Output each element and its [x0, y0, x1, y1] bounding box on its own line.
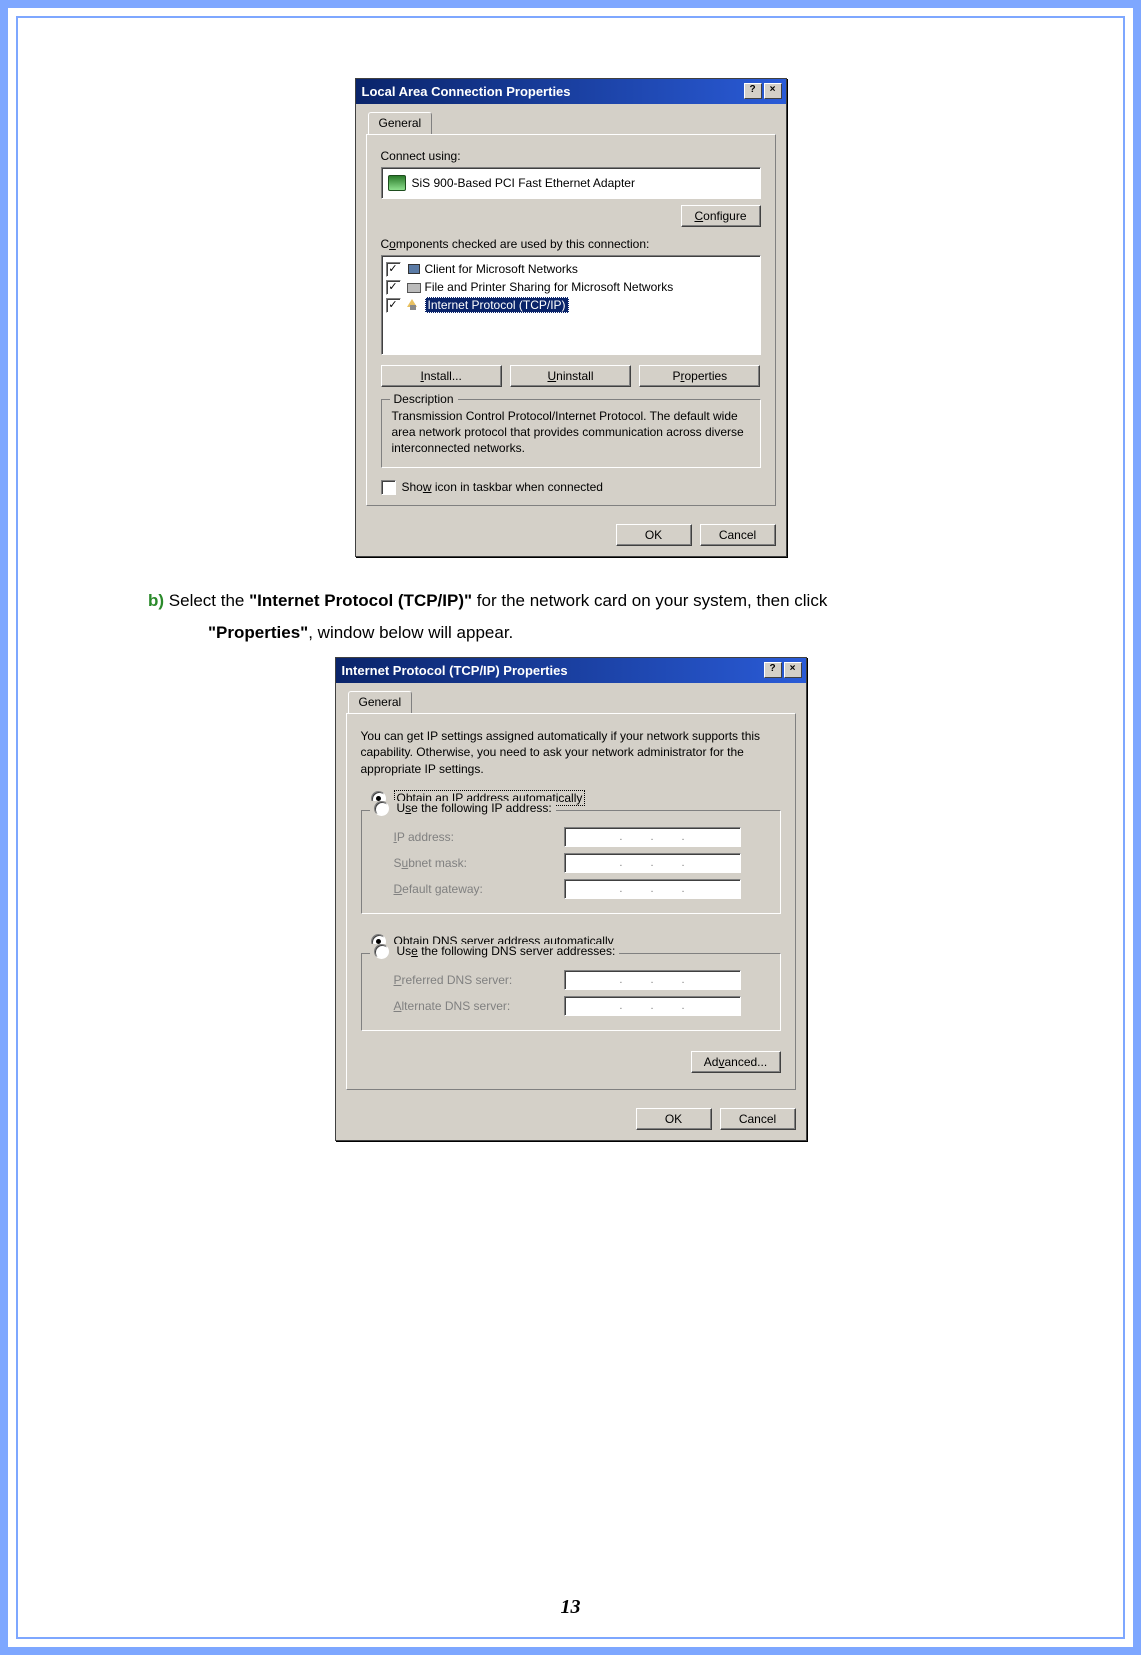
dialog-footer: OK Cancel	[356, 516, 786, 556]
close-icon[interactable]: ×	[784, 662, 802, 678]
component-label: File and Printer Sharing for Microsoft N…	[425, 280, 674, 294]
dialog-body: General Connect using: SiS 900-Based PCI…	[356, 104, 786, 516]
radio-icon[interactable]	[374, 801, 389, 816]
show-icon-row[interactable]: Show icon in taskbar when connected	[381, 480, 761, 495]
uninstall-button[interactable]: Uninstall	[510, 365, 631, 387]
ok-button[interactable]: OK	[616, 524, 692, 546]
use-dns-group: Use the following DNS server addresses: …	[361, 953, 781, 1031]
checkbox-icon[interactable]: ✓	[386, 280, 401, 295]
nic-icon	[388, 175, 406, 191]
radio-use-dns[interactable]: Use the following DNS server addresses:	[370, 944, 620, 959]
components-list[interactable]: ✓ Client for Microsoft Networks ✓ File a…	[381, 255, 761, 355]
bold-tcpip: "Internet Protocol (TCP/IP)"	[249, 591, 472, 610]
description-group: Description Transmission Control Protoco…	[381, 399, 761, 468]
component-client[interactable]: ✓ Client for Microsoft Networks	[386, 260, 756, 278]
page-frame: Local Area Connection Properties ? × Gen…	[0, 0, 1141, 1655]
titlebar[interactable]: Internet Protocol (TCP/IP) Properties ? …	[336, 658, 806, 683]
component-label: Internet Protocol (TCP/IP)	[425, 297, 569, 313]
radio-use-ip[interactable]: Use the following IP address:	[370, 801, 556, 816]
tab-panel: Connect using: SiS 900-Based PCI Fast Et…	[366, 134, 776, 506]
dialog-title: Internet Protocol (TCP/IP) Properties	[342, 663, 568, 678]
ok-button[interactable]: OK	[636, 1108, 712, 1130]
adapter-field[interactable]: SiS 900-Based PCI Fast Ethernet Adapter	[381, 167, 761, 199]
component-tcpip[interactable]: ✓ Internet Protocol (TCP/IP)	[386, 296, 756, 314]
tab-general[interactable]: General	[348, 691, 413, 713]
component-label: Client for Microsoft Networks	[425, 262, 578, 276]
cancel-button[interactable]: Cancel	[720, 1108, 796, 1130]
tab-general[interactable]: General	[368, 112, 433, 134]
close-icon[interactable]: ×	[764, 83, 782, 99]
alternate-dns-input: ...	[564, 996, 741, 1016]
radio-label: Use the following IP address:	[397, 801, 552, 815]
checkbox-icon[interactable]: ✓	[386, 298, 401, 313]
cancel-button[interactable]: Cancel	[700, 524, 776, 546]
advanced-button[interactable]: Advanced...	[691, 1051, 781, 1073]
description-legend: Description	[390, 392, 458, 406]
dialog-title: Local Area Connection Properties	[362, 84, 571, 99]
lan-properties-dialog: Local Area Connection Properties ? × Gen…	[355, 78, 787, 557]
ip-address-input: ...	[564, 827, 741, 847]
preferred-dns-input: ...	[564, 970, 741, 990]
printer-icon	[405, 279, 421, 295]
ip-address-label: IP address:	[394, 830, 564, 844]
dialog-body: General You can get IP settings assigned…	[336, 683, 806, 1100]
titlebar[interactable]: Local Area Connection Properties ? ×	[356, 79, 786, 104]
preferred-dns-label: Preferred DNS server:	[394, 973, 564, 987]
bullet-label: b)	[148, 591, 164, 610]
component-fileprint[interactable]: ✓ File and Printer Sharing for Microsoft…	[386, 278, 756, 296]
use-ip-group: Use the following IP address: IP address…	[361, 810, 781, 914]
page-number: 13	[18, 1596, 1123, 1619]
show-icon-label: Show icon in taskbar when connected	[402, 480, 603, 494]
radio-icon[interactable]	[374, 944, 389, 959]
alternate-dns-label: Alternate DNS server:	[394, 999, 564, 1013]
help-icon[interactable]: ?	[744, 83, 762, 99]
help-icon[interactable]: ?	[764, 662, 782, 678]
checkbox-icon[interactable]	[381, 480, 396, 495]
configure-button[interactable]: Configure	[681, 205, 761, 227]
default-gateway-label: Default gateway:	[394, 882, 564, 896]
connect-using-label: Connect using:	[381, 149, 761, 163]
intro-text: You can get IP settings assigned automat…	[361, 728, 781, 777]
subnet-mask-label: Subnet mask:	[394, 856, 564, 870]
adapter-name: SiS 900-Based PCI Fast Ethernet Adapter	[412, 176, 635, 190]
tcpip-properties-dialog: Internet Protocol (TCP/IP) Properties ? …	[335, 657, 807, 1141]
instruction-paragraph: b) Select the "Internet Protocol (TCP/IP…	[148, 585, 1023, 650]
properties-button[interactable]: Properties	[639, 365, 760, 387]
bold-properties: "Properties"	[208, 623, 308, 642]
dialog-footer: OK Cancel	[336, 1100, 806, 1140]
page-inner: Local Area Connection Properties ? × Gen…	[16, 16, 1125, 1639]
tcpip-icon	[405, 297, 421, 313]
network-client-icon	[405, 261, 421, 277]
tab-panel: You can get IP settings assigned automat…	[346, 713, 796, 1090]
default-gateway-input: ...	[564, 879, 741, 899]
subnet-mask-input: ...	[564, 853, 741, 873]
description-text: Transmission Control Protocol/Internet P…	[392, 408, 750, 457]
radio-label: Use the following DNS server addresses:	[397, 944, 616, 958]
components-label: Components checked are used by this conn…	[381, 237, 761, 251]
checkbox-icon[interactable]: ✓	[386, 262, 401, 277]
install-button[interactable]: Install...	[381, 365, 502, 387]
